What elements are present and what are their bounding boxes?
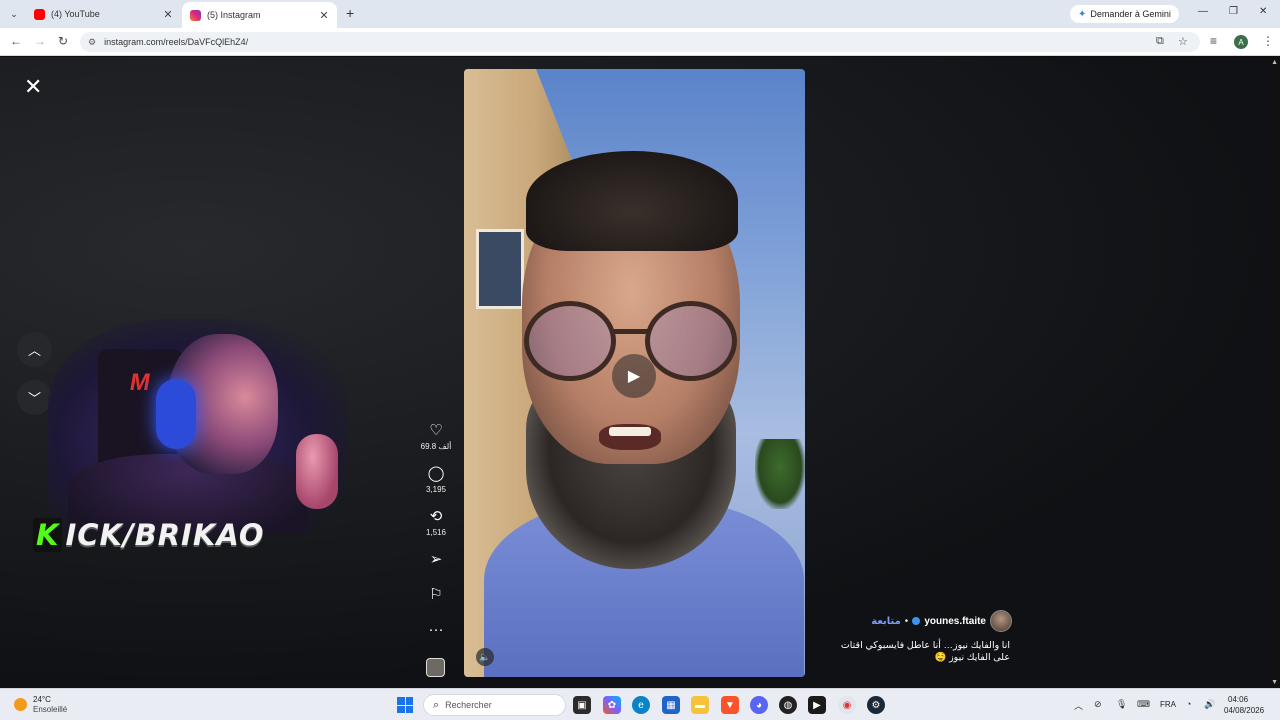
microphone-icon[interactable]: 🎙 [1116,699,1127,710]
clock-time[interactable]: 04:06 [1228,695,1248,704]
share-button[interactable]: ➢ [416,551,456,569]
repost-icon: ⟲ [429,508,443,525]
reel-video[interactable]: ▶ 🔈 [464,69,805,677]
repost-button[interactable]: ⟲ 1,516 [416,508,456,537]
chrome-icon[interactable]: ◉ [838,696,856,714]
scroll-up-icon[interactable]: ▲ [1271,59,1278,66]
more-options-button[interactable]: ··· [416,621,456,639]
clock-date[interactable]: 04/08/2026 [1224,706,1264,715]
play-button[interactable]: ▶ [612,354,656,398]
steam-icon[interactable]: ⚙ [867,696,885,714]
browser-menu-icon[interactable]: ⋮ [1262,34,1274,48]
close-icon[interactable]: ✕ [24,76,42,98]
start-button[interactable] [397,697,413,713]
previous-reel-button[interactable]: ︿ [17,332,52,367]
site-info-icon[interactable]: ⚙ [88,37,96,48]
mute-button[interactable]: 🔈 [476,648,494,666]
save-button[interactable]: ⚐ [416,586,456,604]
reel-caption: متابعة • younes.ftaite انا والفايك نيوز…… [830,610,1012,664]
instagram-icon [190,9,201,21]
brave-icon[interactable]: ▼ [721,696,739,714]
comment-button[interactable]: ◯ 3,195 [416,465,456,494]
terminal-icon[interactable]: ▶ [808,696,826,714]
author-avatar[interactable] [990,610,1012,632]
chevron-down-icon: ﹀ [27,391,41,406]
repost-count: 1,516 [425,528,447,537]
media-controls-icon[interactable]: ≡ [1210,34,1217,48]
install-app-icon[interactable]: ⧉ [1156,35,1164,48]
reels-viewer: ✕ ︿ ﹀ M ▶ 🔈 ♡ 69.8 ألف ◯ 3,195 ⟲ 1,516 ➢… [0,57,1280,688]
verified-badge-icon [912,617,921,625]
profile-avatar[interactable]: A [1234,35,1248,49]
input-language[interactable]: FRA [1160,700,1176,709]
follow-button[interactable]: متابعة [871,616,901,627]
comment-bubble-icon: ◯ [427,465,445,482]
kick-logo-letter: K [33,518,63,552]
gemini-button[interactable]: ✦ Demander à Gemini [1070,5,1179,23]
file-explorer-icon[interactable]: ▬ [691,696,709,714]
taskbar-search[interactable]: ⌕ Rechercher [423,694,566,716]
wifi-icon[interactable]: ◔ [1186,699,1191,709]
forward-arrow-icon[interactable]: → [34,34,46,48]
like-button[interactable]: ♡ 69.8 ألف [416,422,456,451]
youtube-icon [34,8,45,20]
page-scrollbar[interactable]: ▲ ▼ [1270,57,1280,688]
copilot-icon[interactable]: ✿ [603,696,621,714]
url-text: instagram.com/reels/DaVFcQlEhZ4/ [104,37,249,47]
show-hidden-icons-chevron-icon[interactable]: ︿ [1074,699,1083,712]
volume-icon[interactable]: 🔊 [1204,699,1215,710]
kick-channel-label: K ICK/BRIKAO [33,518,265,552]
like-count: 69.8 ألف [420,442,452,451]
browser-tab-bar: ⌄ (4) YouTube ✕ (5) Instagram ✕ + ✦ Dema… [0,0,1280,28]
discord-icon[interactable]: ◕ [750,696,768,714]
play-icon: ▶ [627,368,641,385]
heart-icon: ♡ [429,422,443,439]
tab-search-chevron-icon[interactable]: ⌄ [6,6,22,22]
sun-icon[interactable] [14,698,27,711]
address-bar[interactable]: ⚙ instagram.com/reels/DaVFcQlEhZ4/ ⧉ ☆ [80,32,1200,52]
separator-dot: • [904,615,909,627]
restore-icon[interactable]: ❐ [1229,6,1238,17]
network-icon[interactable]: ⊘ [1094,699,1102,710]
bookmark-star-icon[interactable]: ☆ [1178,35,1188,48]
search-icon: ⌕ [433,698,440,711]
search-placeholder: Rechercher [445,700,492,710]
minimize-icon[interactable]: — [1198,6,1208,17]
comment-count: 3,195 [425,485,447,494]
weather-description[interactable]: Ensoleillé [33,705,67,714]
tab-title: (5) Instagram [207,10,261,20]
windows-taskbar: 24°C Ensoleillé ⌕ Rechercher ▣ ✿ e ▦ ▬ ▼… [0,688,1280,720]
back-arrow-icon[interactable]: ← [10,34,22,48]
reload-icon[interactable]: ↻ [58,34,68,48]
ellipsis-icon: ··· [428,621,444,638]
close-tab-icon[interactable]: ✕ [161,8,175,21]
scroll-down-icon[interactable]: ▼ [1271,679,1278,686]
weather-temperature[interactable]: 24°C [33,695,51,704]
tab-title: (4) YouTube [51,9,100,19]
kick-channel-name: ICK/BRIKAO [65,518,265,552]
streamer-webcam: M [48,319,348,534]
tab-instagram[interactable]: (5) Instagram ✕ [182,2,337,28]
speaker-muted-icon: 🔈 [479,651,491,662]
author-username[interactable]: younes.ftaite [924,616,986,627]
keyboard-icon[interactable]: ⌨ [1137,699,1150,710]
headset [156,379,196,449]
original-audio-thumbnail[interactable] [426,658,445,677]
caption-text: انا والفايك نيوز… أنا عاطل فايسبوكي اقتا… [840,640,1010,663]
next-reel-button[interactable]: ﹀ [17,380,52,415]
tab-youtube[interactable]: (4) YouTube ✕ [26,2,181,26]
task-view-icon[interactable]: ▣ [573,696,591,714]
gemini-sparkle-icon: ✦ [1078,8,1087,20]
chevron-up-icon: ︿ [27,343,41,358]
bookmark-icon: ⚐ [429,586,443,603]
edge-icon[interactable]: e [632,696,650,714]
paper-plane-icon: ➢ [429,551,443,568]
new-tab-button[interactable]: + [346,5,354,21]
app-icon[interactable]: ◍ [779,696,797,714]
gemini-button-label: Demander à Gemini [1090,9,1171,19]
close-tab-icon[interactable]: ✕ [317,9,331,22]
store-icon[interactable]: ▦ [662,696,680,714]
close-window-icon[interactable]: ✕ [1259,6,1267,17]
browser-toolbar: ← → ↻ ⚙ instagram.com/reels/DaVFcQlEhZ4/… [0,28,1280,56]
